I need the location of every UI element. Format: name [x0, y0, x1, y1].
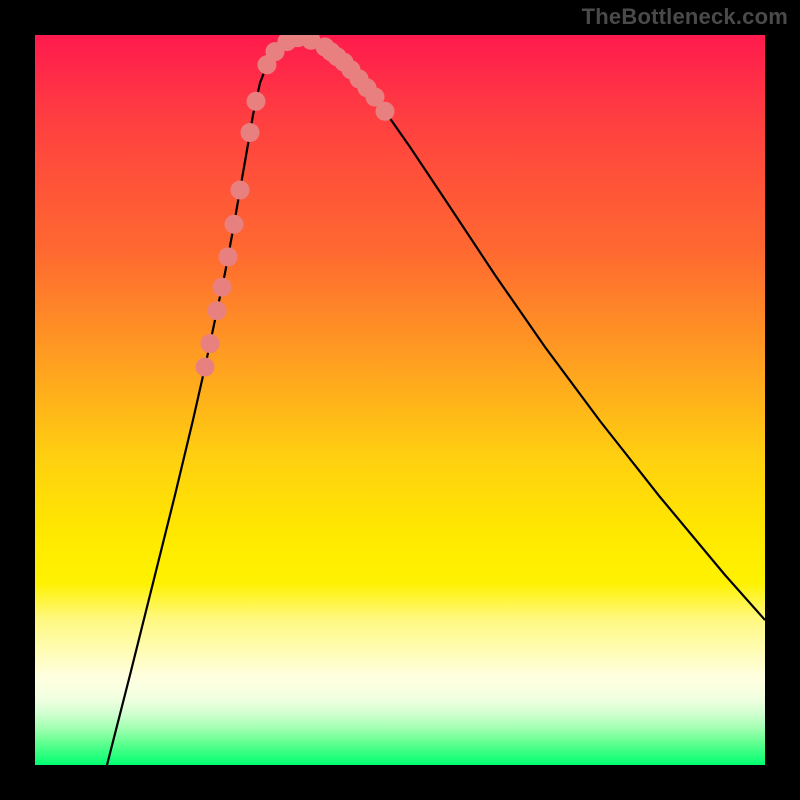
watermark-text: TheBottleneck.com [582, 4, 788, 30]
data-point [213, 278, 231, 296]
data-point [231, 181, 249, 199]
data-point [196, 358, 214, 376]
v-curve-path [107, 37, 765, 765]
data-point [225, 215, 243, 233]
data-point [247, 92, 265, 110]
plot-area [35, 35, 765, 765]
marker-group [196, 35, 394, 376]
data-point [208, 302, 226, 320]
curve-svg [35, 35, 765, 765]
data-point [376, 102, 394, 120]
data-point [219, 248, 237, 266]
data-point [241, 124, 259, 142]
chart-container: TheBottleneck.com [0, 0, 800, 800]
data-point [201, 335, 219, 353]
